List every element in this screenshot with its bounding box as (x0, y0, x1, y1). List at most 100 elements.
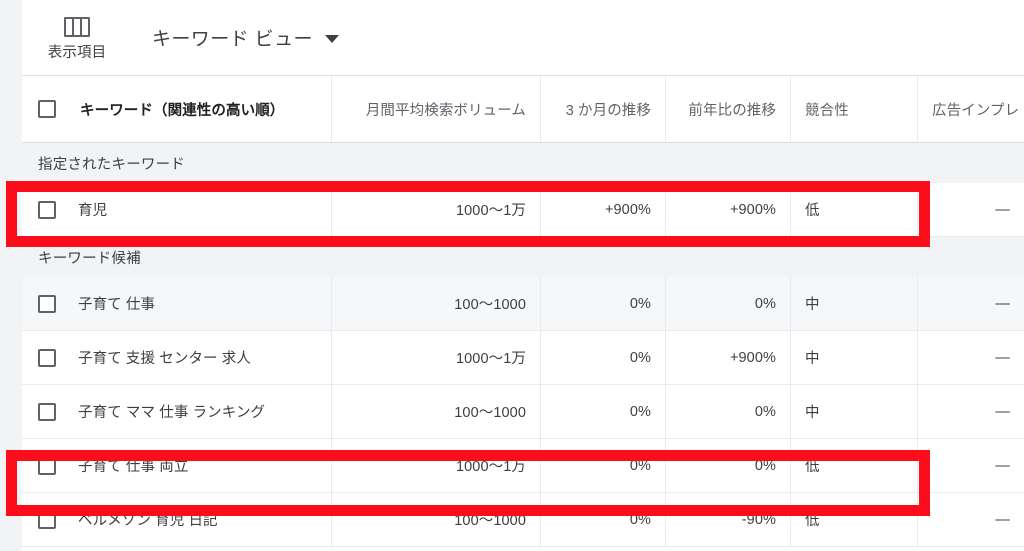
competition-value: 低 (805, 203, 820, 219)
volume-value: 1000〜1万 (455, 459, 526, 475)
competition-value: 中 (805, 351, 820, 367)
cell-volume: 1000〜1万 (331, 331, 540, 384)
table-row[interactable]: 育児 1000〜1万 +900% +900% 低 — (22, 183, 1024, 237)
columns-button[interactable]: 表示項目 (22, 13, 132, 62)
cell-yoy: 0% (665, 385, 790, 438)
impression-share-value: — (995, 457, 1010, 474)
header-cell-competition[interactable]: 競合性 (790, 76, 917, 142)
row-checkbox[interactable] (38, 348, 56, 367)
competition-value: 中 (805, 405, 820, 421)
cell-competition: 低 (790, 493, 917, 546)
cell-keyword[interactable]: 子育て 仕事 両立 (22, 439, 331, 492)
keyword-planner-screen: 表示項目 キーワード ビュー キーワード（関連性の高い順） 月間平均検索ボリュー… (0, 0, 1024, 551)
view-selector-label: キーワード ビュー (152, 29, 313, 50)
yoy-value: +900% (729, 201, 776, 218)
cell-competition: 中 (790, 331, 917, 384)
cell-three-month: 0% (540, 331, 665, 384)
cell-competition: 低 (790, 183, 917, 236)
cell-yoy: +900% (665, 331, 790, 384)
three-month-value: 0% (629, 457, 651, 474)
cell-volume: 1000〜1万 (331, 183, 540, 236)
header-label-impression-share: 広告インプレ (932, 102, 1020, 119)
cell-keyword[interactable]: 子育て 支援 センター 求人 (22, 331, 331, 384)
three-month-value: 0% (629, 295, 651, 312)
cell-competition: 低 (790, 439, 917, 492)
header-cell-volume[interactable]: 月間平均検索ボリューム (331, 76, 540, 142)
three-month-value: +900% (604, 201, 651, 218)
group-header-label: 指定されたキーワード (38, 156, 185, 173)
impression-share-value: — (995, 511, 1010, 528)
cell-three-month: 0% (540, 439, 665, 492)
header-cell-three-month[interactable]: 3 か月の推移 (540, 76, 665, 142)
cell-volume: 100〜1000 (331, 277, 540, 330)
impression-share-value: — (995, 201, 1010, 218)
row-checkbox[interactable] (38, 294, 56, 313)
group-header-row: 指定されたキーワード (22, 143, 1024, 183)
header-cell-impression-share[interactable]: 広告インプレ (917, 76, 1024, 142)
cell-impression-share: — (917, 277, 1024, 330)
left-gutter (0, 0, 22, 551)
yoy-value: 0% (754, 457, 776, 474)
cell-yoy: -90% (665, 493, 790, 546)
row-checkbox[interactable] (38, 200, 56, 219)
cell-volume: 100〜1000 (331, 385, 540, 438)
header-cell-yoy[interactable]: 前年比の推移 (665, 76, 790, 142)
header-label-yoy: 前年比の推移 (688, 102, 776, 119)
yoy-value: 0% (754, 295, 776, 312)
yoy-value: -90% (741, 511, 776, 528)
chevron-down-icon (324, 35, 339, 43)
row-checkbox[interactable] (38, 510, 56, 529)
keyword-text: ベルメゾン 育児 日記 (78, 513, 218, 529)
cell-keyword[interactable]: ベルメゾン 育児 日記 (22, 493, 331, 546)
cell-three-month: 0% (540, 493, 665, 546)
volume-value: 1000〜1万 (455, 203, 526, 219)
impression-share-value: — (995, 349, 1010, 366)
header-label-volume: 月間平均検索ボリューム (365, 102, 526, 119)
competition-value: 低 (805, 513, 820, 529)
cell-keyword[interactable]: 子育て ママ 仕事 ランキング (22, 385, 331, 438)
cell-impression-share: — (917, 331, 1024, 384)
three-month-value: 0% (629, 349, 651, 366)
cell-yoy: 0% (665, 439, 790, 492)
cell-keyword[interactable]: 育児 (22, 183, 331, 236)
cell-volume: 100〜1000 (331, 493, 540, 546)
table-row[interactable]: 子育て 仕事 両立 1000〜1万 0% 0% 低 — (22, 439, 1024, 493)
volume-value: 100〜1000 (454, 513, 526, 529)
cell-competition: 中 (790, 385, 917, 438)
header-label-keyword: キーワード（関連性の高い順） (80, 102, 285, 119)
columns-icon (64, 17, 90, 37)
table-toolbar: 表示項目 キーワード ビュー (22, 0, 1024, 75)
header-label-competition: 競合性 (805, 102, 849, 119)
competition-value: 低 (805, 459, 820, 475)
cell-yoy: 0% (665, 277, 790, 330)
cell-three-month: 0% (540, 385, 665, 438)
table-header-row: キーワード（関連性の高い順） 月間平均検索ボリューム 3 か月の推移 前年比の推… (22, 75, 1024, 143)
volume-value: 1000〜1万 (455, 351, 526, 367)
select-all-checkbox[interactable] (38, 100, 56, 118)
volume-value: 100〜1000 (454, 405, 526, 421)
view-selector[interactable]: キーワード ビュー (152, 24, 339, 51)
table-row[interactable]: ベルメゾン 育児 日記 100〜1000 0% -90% 低 — (22, 493, 1024, 547)
header-cell-keyword[interactable]: キーワード（関連性の高い順） (22, 76, 331, 142)
keyword-text: 子育て 支援 センター 求人 (78, 351, 251, 367)
cell-volume: 1000〜1万 (331, 439, 540, 492)
keyword-text: 子育て ママ 仕事 ランキング (78, 405, 266, 421)
keyword-text: 子育て 仕事 (78, 297, 156, 313)
table-row[interactable]: 子育て 仕事 100〜1000 0% 0% 中 — (22, 277, 1024, 331)
cell-keyword[interactable]: 子育て 仕事 (22, 277, 331, 330)
yoy-value: 0% (754, 403, 776, 420)
group-header-row: キーワード候補 (22, 237, 1024, 277)
three-month-value: 0% (629, 511, 651, 528)
keyword-text: 育児 (78, 203, 108, 219)
cell-three-month: 0% (540, 277, 665, 330)
keyword-table: キーワード（関連性の高い順） 月間平均検索ボリューム 3 か月の推移 前年比の推… (22, 75, 1024, 547)
table-row[interactable]: 子育て 支援 センター 求人 1000〜1万 0% +900% 中 — (22, 331, 1024, 385)
cell-impression-share: — (917, 439, 1024, 492)
cell-competition: 中 (790, 277, 917, 330)
columns-button-label: 表示項目 (47, 45, 107, 61)
row-checkbox[interactable] (38, 402, 56, 421)
cell-impression-share: — (917, 493, 1024, 546)
volume-value: 100〜1000 (454, 297, 526, 313)
table-row[interactable]: 子育て ママ 仕事 ランキング 100〜1000 0% 0% 中 — (22, 385, 1024, 439)
row-checkbox[interactable] (38, 456, 56, 475)
